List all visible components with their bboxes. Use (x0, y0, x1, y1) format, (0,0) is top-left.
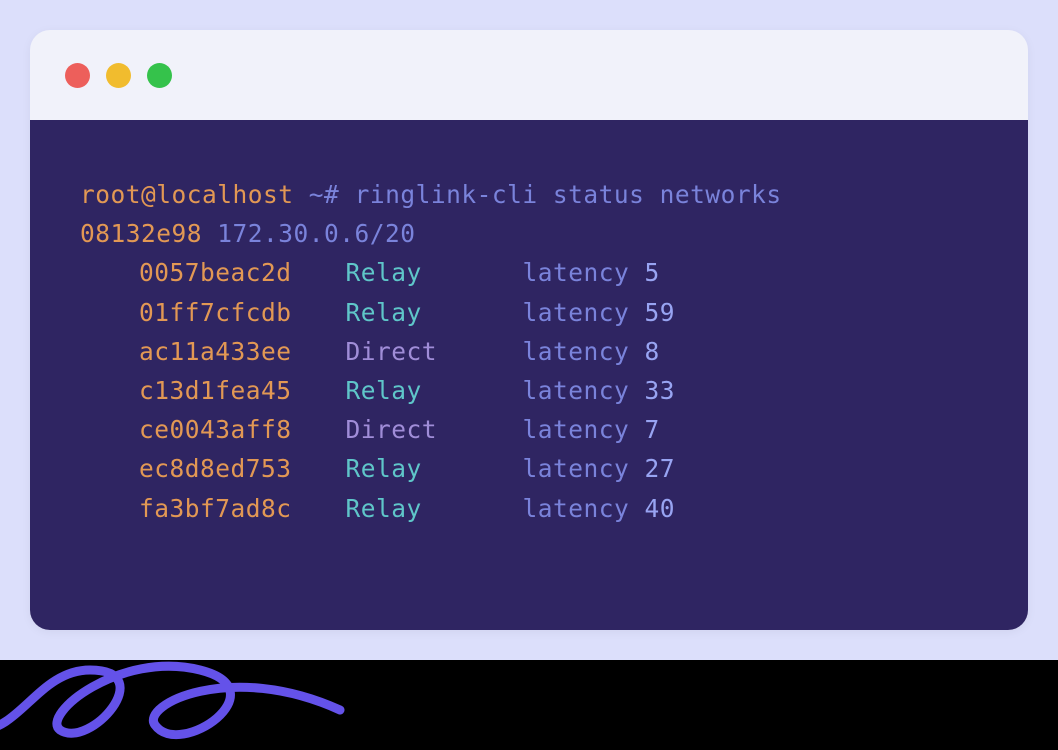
peer-id: ce0043aff8 (139, 410, 346, 449)
latency-label: latency (523, 258, 645, 287)
peer-row: 0057beac2dRelaylatency 5 (80, 253, 978, 292)
latency-value: 8 (645, 337, 660, 366)
peer-type: Relay (346, 371, 523, 410)
latency-label: latency (523, 337, 645, 366)
minimize-icon[interactable] (106, 63, 131, 88)
prompt-user-host: root@localhost (80, 180, 294, 209)
peer-row: c13d1fea45Relaylatency 33 (80, 371, 978, 410)
latency-label: latency (523, 298, 645, 327)
peer-id: 0057beac2d (139, 253, 346, 292)
squiggle-icon (0, 660, 360, 750)
network-id: 08132e98 (80, 219, 202, 248)
peer-type: Relay (346, 293, 523, 332)
latency-value: 59 (645, 298, 676, 327)
peer-id: ac11a433ee (139, 332, 346, 371)
latency-label: latency (523, 415, 645, 444)
maximize-icon[interactable] (147, 63, 172, 88)
terminal-body[interactable]: root@localhost ~# ringlink-cli status ne… (30, 120, 1028, 630)
decorative-footer (0, 660, 1058, 750)
peer-type: Direct (346, 332, 523, 371)
peer-id: fa3bf7ad8c (139, 489, 346, 528)
latency-value: 7 (645, 415, 660, 444)
latency-value: 40 (645, 494, 676, 523)
peer-id: c13d1fea45 (139, 371, 346, 410)
peer-row: 01ff7cfcdbRelaylatency 59 (80, 293, 978, 332)
peer-type: Relay (346, 253, 523, 292)
close-icon[interactable] (65, 63, 90, 88)
network-cidr: 172.30.0.6/20 (217, 219, 415, 248)
latency-value: 5 (645, 258, 660, 287)
latency-label: latency (523, 454, 645, 483)
window-titlebar (30, 30, 1028, 120)
prompt-command: ringlink-cli status networks (355, 180, 782, 209)
peer-id: 01ff7cfcdb (139, 293, 346, 332)
peer-row: ac11a433eeDirectlatency 8 (80, 332, 978, 371)
prompt-line: root@localhost ~# ringlink-cli status ne… (80, 175, 978, 214)
latency-value: 33 (645, 376, 676, 405)
network-header: 08132e98 172.30.0.6/20 (80, 214, 978, 253)
latency-value: 27 (645, 454, 676, 483)
peers-list: 0057beac2dRelaylatency 5 01ff7cfcdbRelay… (80, 253, 978, 527)
peer-row: ce0043aff8Directlatency 7 (80, 410, 978, 449)
page-wrapper: root@localhost ~# ringlink-cli status ne… (0, 0, 1058, 660)
latency-label: latency (523, 376, 645, 405)
peer-type: Direct (346, 410, 523, 449)
peer-id: ec8d8ed753 (139, 449, 346, 488)
peer-type: Relay (346, 489, 523, 528)
peer-type: Relay (346, 449, 523, 488)
peer-row: ec8d8ed753Relaylatency 27 (80, 449, 978, 488)
terminal-window: root@localhost ~# ringlink-cli status ne… (30, 30, 1028, 630)
prompt-path: ~# (309, 180, 340, 209)
latency-label: latency (523, 494, 645, 523)
peer-row: fa3bf7ad8cRelaylatency 40 (80, 489, 978, 528)
